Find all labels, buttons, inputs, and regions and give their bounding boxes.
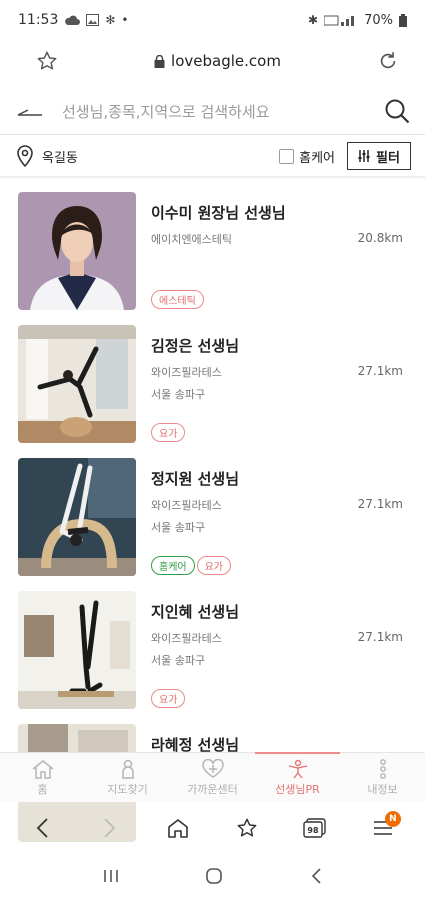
search-bar: 선생님,종목,지역으로 검색하세요 xyxy=(0,90,425,132)
battery-icon xyxy=(399,13,407,27)
category-tag: 에스테틱 xyxy=(151,290,204,309)
tab-label: 지도찾기 xyxy=(107,782,148,796)
browser-nav-bar: 98 N xyxy=(0,805,425,851)
tab-my-info[interactable]: 내정보 xyxy=(340,753,425,802)
teacher-pr-icon xyxy=(288,759,307,778)
status-bar: 11:53 ✻ • ✱ 70% xyxy=(0,0,425,40)
divider xyxy=(0,134,425,135)
signal-icon xyxy=(324,15,355,26)
teacher-studio: 와이즈필라테스 xyxy=(151,366,222,379)
tab-teacher-pr[interactable]: 선생님PR xyxy=(255,752,340,802)
teacher-distance: 27.1km xyxy=(357,364,403,378)
star-icon xyxy=(237,818,256,837)
tab-nearby-center[interactable]: 가까운센터 xyxy=(170,753,255,802)
home-icon xyxy=(32,759,53,779)
tab-label: 가까운센터 xyxy=(187,782,238,796)
category-tag: 요가 xyxy=(151,689,186,708)
category-tag: 요가 xyxy=(196,556,232,575)
tab-label: 선생님PR xyxy=(275,782,320,796)
location-pin-icon xyxy=(17,145,33,167)
system-navigation-bar xyxy=(0,852,425,900)
notification-badge: N xyxy=(384,811,401,827)
system-back-icon[interactable] xyxy=(310,868,322,884)
reload-icon[interactable] xyxy=(377,50,399,72)
filter-label: 필터 xyxy=(376,150,400,166)
star-icon[interactable] xyxy=(36,50,58,72)
location-label: 옥길동 xyxy=(42,150,78,166)
status-left: 11:53 ✻ • xyxy=(18,12,129,28)
teacher-card[interactable]: 정지원 선생님 와이즈필라테스 서울 송파구 27.1km 홈케어 요가 xyxy=(0,444,425,577)
teacher-area: 서울 송파구 xyxy=(151,388,206,401)
search-input[interactable]: 선생님,종목,지역으로 검색하세요 xyxy=(62,101,383,122)
teacher-distance: 20.8km xyxy=(357,231,403,245)
browser-menu-button[interactable]: N xyxy=(365,810,401,846)
heart-center-icon xyxy=(201,758,224,778)
chevron-left-icon xyxy=(36,818,48,838)
tabs-count: 98 xyxy=(307,826,319,835)
my-info-icon xyxy=(379,758,386,779)
tabs-button[interactable]: 98 xyxy=(297,810,333,846)
battery-text: 70% xyxy=(364,12,393,28)
bluetooth-icon: ✱ xyxy=(308,13,319,27)
homecare-toggle[interactable]: 홈케어 xyxy=(279,147,335,166)
teacher-area: 서울 송파구 xyxy=(151,654,206,667)
teacher-area: 서울 송파구 xyxy=(151,521,206,534)
system-home-icon[interactable] xyxy=(205,867,223,885)
tab-label: 내정보 xyxy=(367,782,398,796)
map-person-icon xyxy=(121,759,134,779)
teacher-name: 지인혜 선생님 xyxy=(151,603,240,621)
teacher-name: 정지원 선생님 xyxy=(151,470,240,488)
browser-home-button[interactable] xyxy=(160,810,196,846)
teacher-card[interactable]: 김정은 선생님 와이즈필라테스 서울 송파구 27.1km 요가 xyxy=(0,311,425,444)
dot-icon: • xyxy=(121,13,129,27)
status-right: ✱ 70% xyxy=(308,13,407,28)
teacher-tags: 홈케어 요가 xyxy=(151,556,232,575)
homecare-label: 홈케어 xyxy=(299,150,335,166)
search-icon[interactable] xyxy=(383,97,411,125)
category-tag: 요가 xyxy=(151,423,186,442)
filter-button[interactable]: 필터 xyxy=(347,142,411,170)
homecare-checkbox[interactable] xyxy=(279,148,295,164)
browser-url-bar: lovebagle.com xyxy=(0,40,425,82)
filter-sliders-icon xyxy=(358,150,370,162)
teacher-photo xyxy=(18,458,136,576)
teacher-tags: 에스테틱 xyxy=(151,290,204,309)
teacher-card[interactable]: 지인혜 선생님 와이즈필라테스 서울 송파구 27.1km 요가 xyxy=(0,577,425,710)
teacher-name: 이수미 원장님 선생님 xyxy=(151,204,286,222)
url-display[interactable]: lovebagle.com xyxy=(154,52,281,70)
teacher-card[interactable]: 이수미 원장님 선생님 에이치엔에스테틱 20.8km 에스테틱 xyxy=(0,178,425,311)
image-icon xyxy=(86,14,100,26)
teacher-name: 김정은 선생님 xyxy=(151,337,240,355)
teacher-studio: 와이즈필라테스 xyxy=(151,499,222,512)
chevron-right-icon xyxy=(104,818,116,838)
teacher-studio: 와이즈필라테스 xyxy=(151,632,222,645)
cloud-icon xyxy=(65,15,81,25)
teacher-distance: 27.1km xyxy=(357,630,403,644)
teacher-photo xyxy=(18,325,136,443)
bookmarks-button[interactable] xyxy=(229,810,265,846)
home-icon xyxy=(168,819,189,838)
tabs-icon: 98 xyxy=(303,818,326,838)
back-arrow-icon[interactable] xyxy=(16,101,44,121)
status-time: 11:53 xyxy=(18,12,59,28)
tab-home[interactable]: 홈 xyxy=(0,753,85,802)
url-text: lovebagle.com xyxy=(171,52,281,70)
location-filter-row: 옥길동 홈케어 필터 xyxy=(0,137,425,175)
teacher-photo xyxy=(18,192,136,310)
teacher-studio: 에이치엔에스테틱 xyxy=(151,233,232,246)
teacher-distance: 27.1km xyxy=(357,497,403,511)
homecare-tag: 홈케어 xyxy=(151,556,195,575)
teacher-tags: 요가 xyxy=(151,423,186,442)
teacher-photo xyxy=(18,591,136,709)
pinwheel-icon: ✻ xyxy=(105,13,116,27)
browser-forward-button[interactable] xyxy=(92,810,128,846)
tab-label: 홈 xyxy=(37,782,48,796)
location-selector[interactable]: 옥길동 xyxy=(16,145,279,167)
recent-apps-icon[interactable] xyxy=(103,868,119,884)
teacher-tags: 요가 xyxy=(151,689,186,708)
bottom-tab-bar: 홈 지도찾기 가까운센터 선생님PR 내정보 xyxy=(0,752,425,802)
lock-icon xyxy=(154,54,165,68)
tab-map-search[interactable]: 지도찾기 xyxy=(85,753,170,802)
browser-back-button[interactable] xyxy=(24,810,60,846)
